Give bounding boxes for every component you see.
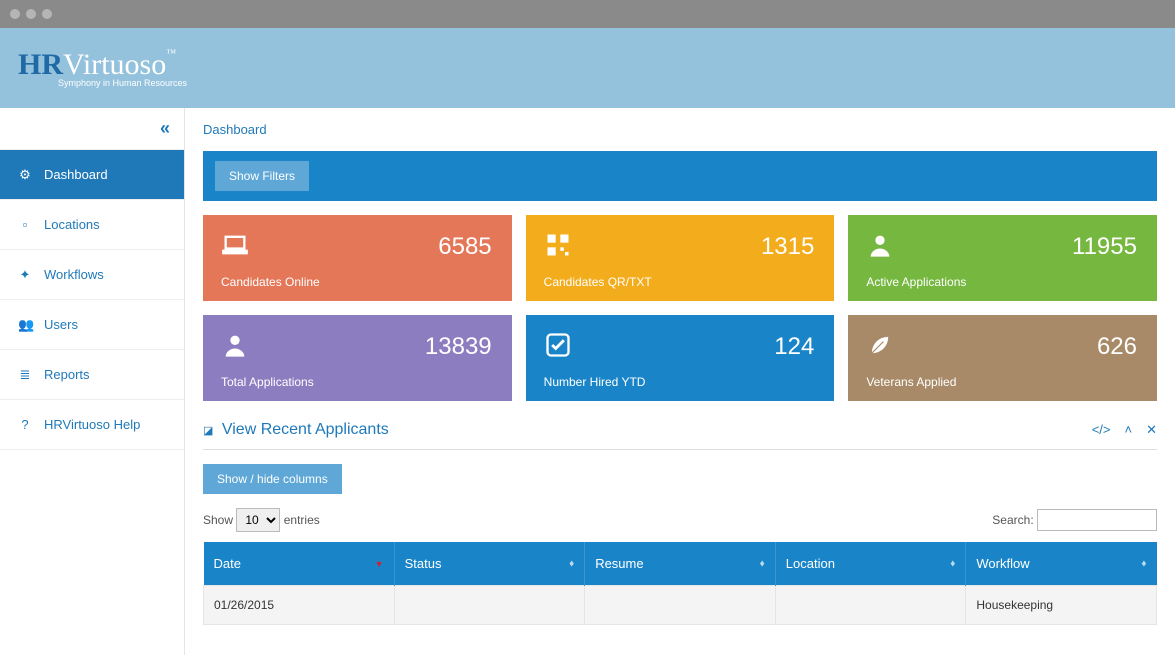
card-value: 6585 xyxy=(438,233,491,261)
chevron-up-icon[interactable]: ˄ xyxy=(1125,422,1133,438)
user-icon xyxy=(221,335,249,365)
table-row[interactable]: 01/26/2015 Housekeeping xyxy=(204,586,1157,625)
qr-icon xyxy=(544,235,572,265)
sort-icon: ♦ xyxy=(569,558,574,569)
search-control: Search: xyxy=(992,509,1157,531)
card-value: 1315 xyxy=(761,233,814,261)
code-icon[interactable]: </> xyxy=(1092,422,1111,438)
applicants-table: Date▼ Status♦ Resume♦ Location♦ Workflow… xyxy=(203,542,1157,625)
cell-date: 01/26/2015 xyxy=(204,586,395,625)
nav-item-reports[interactable]: ≣ Reports xyxy=(0,350,184,400)
entries-control: Show 10 entries xyxy=(203,508,320,532)
card-active-applications[interactable]: 11955 Active Applications xyxy=(848,215,1157,301)
card-label: Total Applications xyxy=(221,375,314,389)
col-location[interactable]: Location♦ xyxy=(775,542,966,586)
nav-label: Locations xyxy=(44,217,100,232)
nav-label: Reports xyxy=(44,367,90,382)
help-icon: ? xyxy=(18,417,32,432)
show-label-post: entries xyxy=(284,513,320,527)
laptop-icon xyxy=(221,235,249,265)
nav-item-locations[interactable]: ▫ Locations xyxy=(0,200,184,250)
card-number-hired[interactable]: 124 Number Hired YTD xyxy=(526,315,835,401)
card-value: 13839 xyxy=(425,333,492,361)
sidebar-collapse-row: « xyxy=(0,108,184,150)
col-workflow[interactable]: Workflow♦ xyxy=(966,542,1157,586)
dashboard-icon: ⚙ xyxy=(18,167,32,183)
card-veterans-applied[interactable]: 626 Veterans Applied xyxy=(848,315,1157,401)
nav-item-users[interactable]: 👥 Users xyxy=(0,300,184,350)
nav-item-help[interactable]: ? HRVirtuoso Help xyxy=(0,400,184,450)
cell-resume xyxy=(585,586,776,625)
breadcrumb: Dashboard xyxy=(203,122,1157,137)
user-icon xyxy=(866,235,894,265)
show-filters-button[interactable]: Show Filters xyxy=(215,161,309,191)
col-status[interactable]: Status♦ xyxy=(394,542,585,586)
nav-item-dashboard[interactable]: ⚙ Dashboard xyxy=(0,150,184,200)
workflows-icon: ✦ xyxy=(18,267,32,283)
sort-icon: ♦ xyxy=(760,558,765,569)
brand-bar: HRVirtuoso™ Symphony in Human Resources xyxy=(0,28,1175,108)
card-label: Veterans Applied xyxy=(866,375,956,389)
window-dot-min[interactable] xyxy=(26,9,36,19)
sort-icon: ♦ xyxy=(950,558,955,569)
cell-workflow: Housekeeping xyxy=(966,586,1157,625)
nav-label: Dashboard xyxy=(44,167,108,182)
card-value: 11955 xyxy=(1072,233,1137,261)
logo-tm: ™ xyxy=(166,48,176,59)
card-label: Candidates Online xyxy=(221,275,320,289)
stat-cards: 6585 Candidates Online 1315 Candidates Q… xyxy=(203,215,1157,401)
window-dot-max[interactable] xyxy=(42,9,52,19)
nav-label: HRVirtuoso Help xyxy=(44,417,140,432)
main-content: Dashboard Show Filters 6585 Candidates O… xyxy=(185,108,1175,655)
card-total-applications[interactable]: 13839 Total Applications xyxy=(203,315,512,401)
window-titlebar xyxy=(0,0,1175,28)
cell-location xyxy=(775,586,966,625)
show-label-pre: Show xyxy=(203,513,233,527)
sidebar: « ⚙ Dashboard ▫ Locations ✦ Workflows 👥 … xyxy=(0,108,185,655)
collapse-icon[interactable]: « xyxy=(160,118,170,139)
col-resume[interactable]: Resume♦ xyxy=(585,542,776,586)
sort-icon: ♦ xyxy=(1141,558,1146,569)
sort-icon: ▼ xyxy=(375,559,384,569)
nav-label: Workflows xyxy=(44,267,104,282)
col-date[interactable]: Date▼ xyxy=(204,542,395,586)
card-candidates-online[interactable]: 6585 Candidates Online xyxy=(203,215,512,301)
filter-bar: Show Filters xyxy=(203,151,1157,201)
card-value: 124 xyxy=(774,333,814,361)
panel-tools: </> ˄ ✕ xyxy=(1092,422,1157,438)
logo-tagline: Symphony in Human Resources xyxy=(58,78,187,88)
nav-list: ⚙ Dashboard ▫ Locations ✦ Workflows 👥 Us… xyxy=(0,150,184,450)
panel-header: ◪ View Recent Applicants </> ˄ ✕ xyxy=(203,421,1157,450)
panel-title: ◪ View Recent Applicants xyxy=(203,421,389,439)
check-icon xyxy=(544,335,572,365)
show-hide-columns-button[interactable]: Show / hide columns xyxy=(203,464,342,494)
window-dot-close[interactable] xyxy=(10,9,20,19)
table-controls: Show 10 entries Search: xyxy=(203,508,1157,532)
nav-item-workflows[interactable]: ✦ Workflows xyxy=(0,250,184,300)
panel-title-text: View Recent Applicants xyxy=(222,421,389,438)
nav-label: Users xyxy=(44,317,78,332)
reports-icon: ≣ xyxy=(18,367,32,383)
page-size-select[interactable]: 10 xyxy=(236,508,280,532)
panel-title-icon: ◪ xyxy=(203,425,213,437)
users-icon: 👥 xyxy=(18,317,32,333)
leaf-icon xyxy=(866,335,894,365)
card-label: Active Applications xyxy=(866,275,966,289)
search-label: Search: xyxy=(992,513,1033,527)
card-value: 626 xyxy=(1097,333,1137,361)
card-label: Number Hired YTD xyxy=(544,375,646,389)
locations-icon: ▫ xyxy=(18,217,32,232)
card-label: Candidates QR/TXT xyxy=(544,275,652,289)
cell-status xyxy=(394,586,585,625)
logo: HRVirtuoso™ Symphony in Human Resources xyxy=(18,48,187,88)
logo-rest: Virtuoso xyxy=(63,48,166,81)
close-icon[interactable]: ✕ xyxy=(1146,422,1157,438)
card-candidates-qr[interactable]: 1315 Candidates QR/TXT xyxy=(526,215,835,301)
logo-hr: HR xyxy=(18,48,63,81)
search-input[interactable] xyxy=(1037,509,1157,531)
